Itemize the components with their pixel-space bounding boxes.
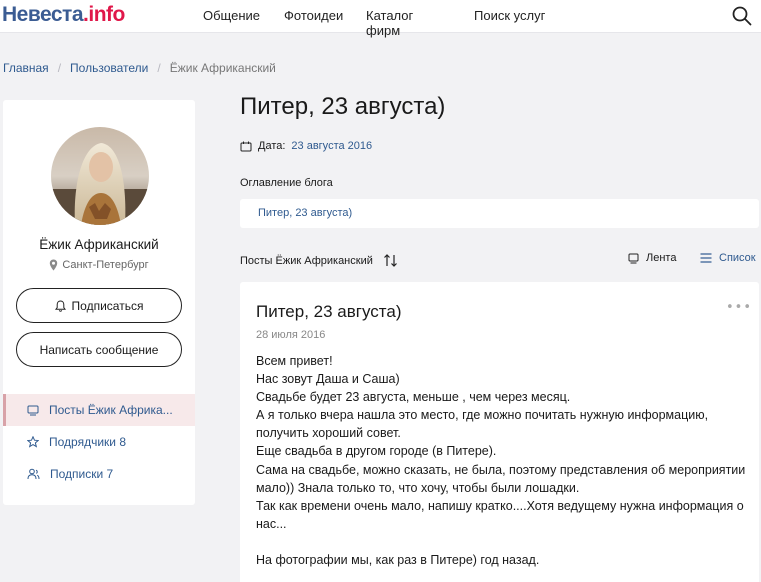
profile-menu: Посты Ёжик Африка... Подрядчики 8 Подпис…	[3, 394, 195, 490]
toc-heading: Оглавление блога	[240, 177, 333, 189]
subscribe-button-label: Подписаться	[71, 298, 144, 313]
menu-item-posts[interactable]: Посты Ёжик Африка...	[3, 394, 195, 426]
posts-heading-label: Посты Ёжик Африканский	[240, 254, 373, 267]
menu-item-contractors[interactable]: Подрядчики 8	[3, 426, 195, 458]
toc-box: Питер, 23 августа)	[240, 199, 759, 228]
profile-city: Санкт-Петербург	[62, 259, 149, 271]
nav-item-service-search[interactable]: Поиск услуг	[474, 8, 545, 23]
nav-item-catalog[interactable]: Каталог фирм	[366, 8, 413, 38]
date-value[interactable]: 23 августа 2016	[291, 140, 372, 152]
bell-icon	[54, 299, 66, 312]
breadcrumb: Главная / Пользователи / Ёжик Африкански…	[3, 61, 276, 75]
post-line: А я только вчера нашла это место, где мо…	[256, 408, 709, 441]
breadcrumb-users[interactable]: Пользователи	[70, 61, 148, 75]
breadcrumb-separator: /	[57, 61, 62, 75]
sort-icon[interactable]	[383, 254, 399, 267]
nav-item-communication[interactable]: Общение	[203, 8, 260, 23]
posts-icon	[27, 405, 39, 415]
menu-item-posts-label: Посты Ёжик Африка...	[49, 403, 173, 417]
profile-card: Ёжик Африканский Санкт-Петербург Подписа…	[3, 100, 195, 505]
menu-item-subscriptions[interactable]: Подписки 7	[3, 458, 195, 490]
profile-location: Санкт-Петербург	[3, 259, 195, 271]
view-list-label: Список	[719, 252, 756, 264]
view-feed-toggle[interactable]: Лента	[628, 252, 676, 264]
posts-heading: Посты Ёжик Африканский	[240, 254, 399, 267]
post-card: Питер, 23 августа) ••• 28 июля 2016 Всем…	[240, 282, 759, 582]
nav-item-photo-ideas[interactable]: Фотоидеи	[284, 8, 343, 23]
breadcrumb-home[interactable]: Главная	[3, 61, 49, 75]
calendar-icon	[240, 141, 252, 151]
post-body: Всем привет! Нас зовут Даша и Саша) Свад…	[256, 352, 751, 569]
date-label: Дата:	[258, 140, 286, 152]
subscribe-button[interactable]: Подписаться	[16, 288, 182, 323]
location-pin-icon	[50, 259, 58, 271]
toc-item[interactable]: Питер, 23 августа)	[258, 207, 352, 219]
star-icon	[27, 436, 39, 448]
blog-date: Дата: 23 августа 2016	[240, 140, 372, 152]
search-icon[interactable]	[732, 6, 752, 26]
send-message-button-label: Написать сообщение	[39, 342, 159, 357]
post-blank-line	[256, 533, 751, 551]
post-line: Нас зовут Даша и Саша)	[256, 372, 400, 387]
avatar-photo	[51, 127, 149, 225]
post-line: Свадьбе будет 23 августа, меньше , чем ч…	[256, 390, 571, 405]
profile-name: Ёжик Африканский	[39, 237, 159, 252]
breadcrumb-separator: /	[157, 61, 161, 75]
view-list-toggle[interactable]: Список	[700, 252, 756, 264]
site-logo[interactable]: Невеста.info	[2, 3, 125, 27]
top-header: Невеста.info Общение Фотоидеи Каталог фи…	[0, 0, 761, 38]
post-line: Так как времени очень мало, напишу кратк…	[256, 498, 744, 531]
post-line: Всем привет!	[256, 354, 333, 368]
logo-part-2: .info	[83, 3, 125, 26]
breadcrumb-current: Ёжик Африканский	[169, 61, 276, 75]
feed-icon	[628, 253, 639, 263]
post-line: На фотографии мы, как раз в Питере) год …	[256, 552, 540, 567]
post-title[interactable]: Питер, 23 августа)	[256, 302, 402, 322]
users-icon	[27, 468, 40, 480]
more-options-icon[interactable]: •••	[726, 300, 752, 315]
post-line: Еще свадьба в другом городе (в Питере).	[256, 444, 497, 459]
post-line: Сама на свадьбе, можно сказать, не была,…	[256, 462, 746, 495]
menu-item-contractors-label: Подрядчики 8	[49, 435, 126, 449]
send-message-button[interactable]: Написать сообщение	[16, 332, 182, 367]
view-feed-label: Лента	[646, 252, 677, 264]
list-icon	[700, 253, 712, 263]
post-date: 28 июля 2016	[256, 329, 326, 341]
logo-part-1: Невеста	[2, 3, 84, 26]
page-title: Питер, 23 августа)	[240, 93, 446, 120]
menu-item-subscriptions-label: Подписки 7	[50, 467, 114, 481]
avatar[interactable]	[51, 127, 149, 225]
